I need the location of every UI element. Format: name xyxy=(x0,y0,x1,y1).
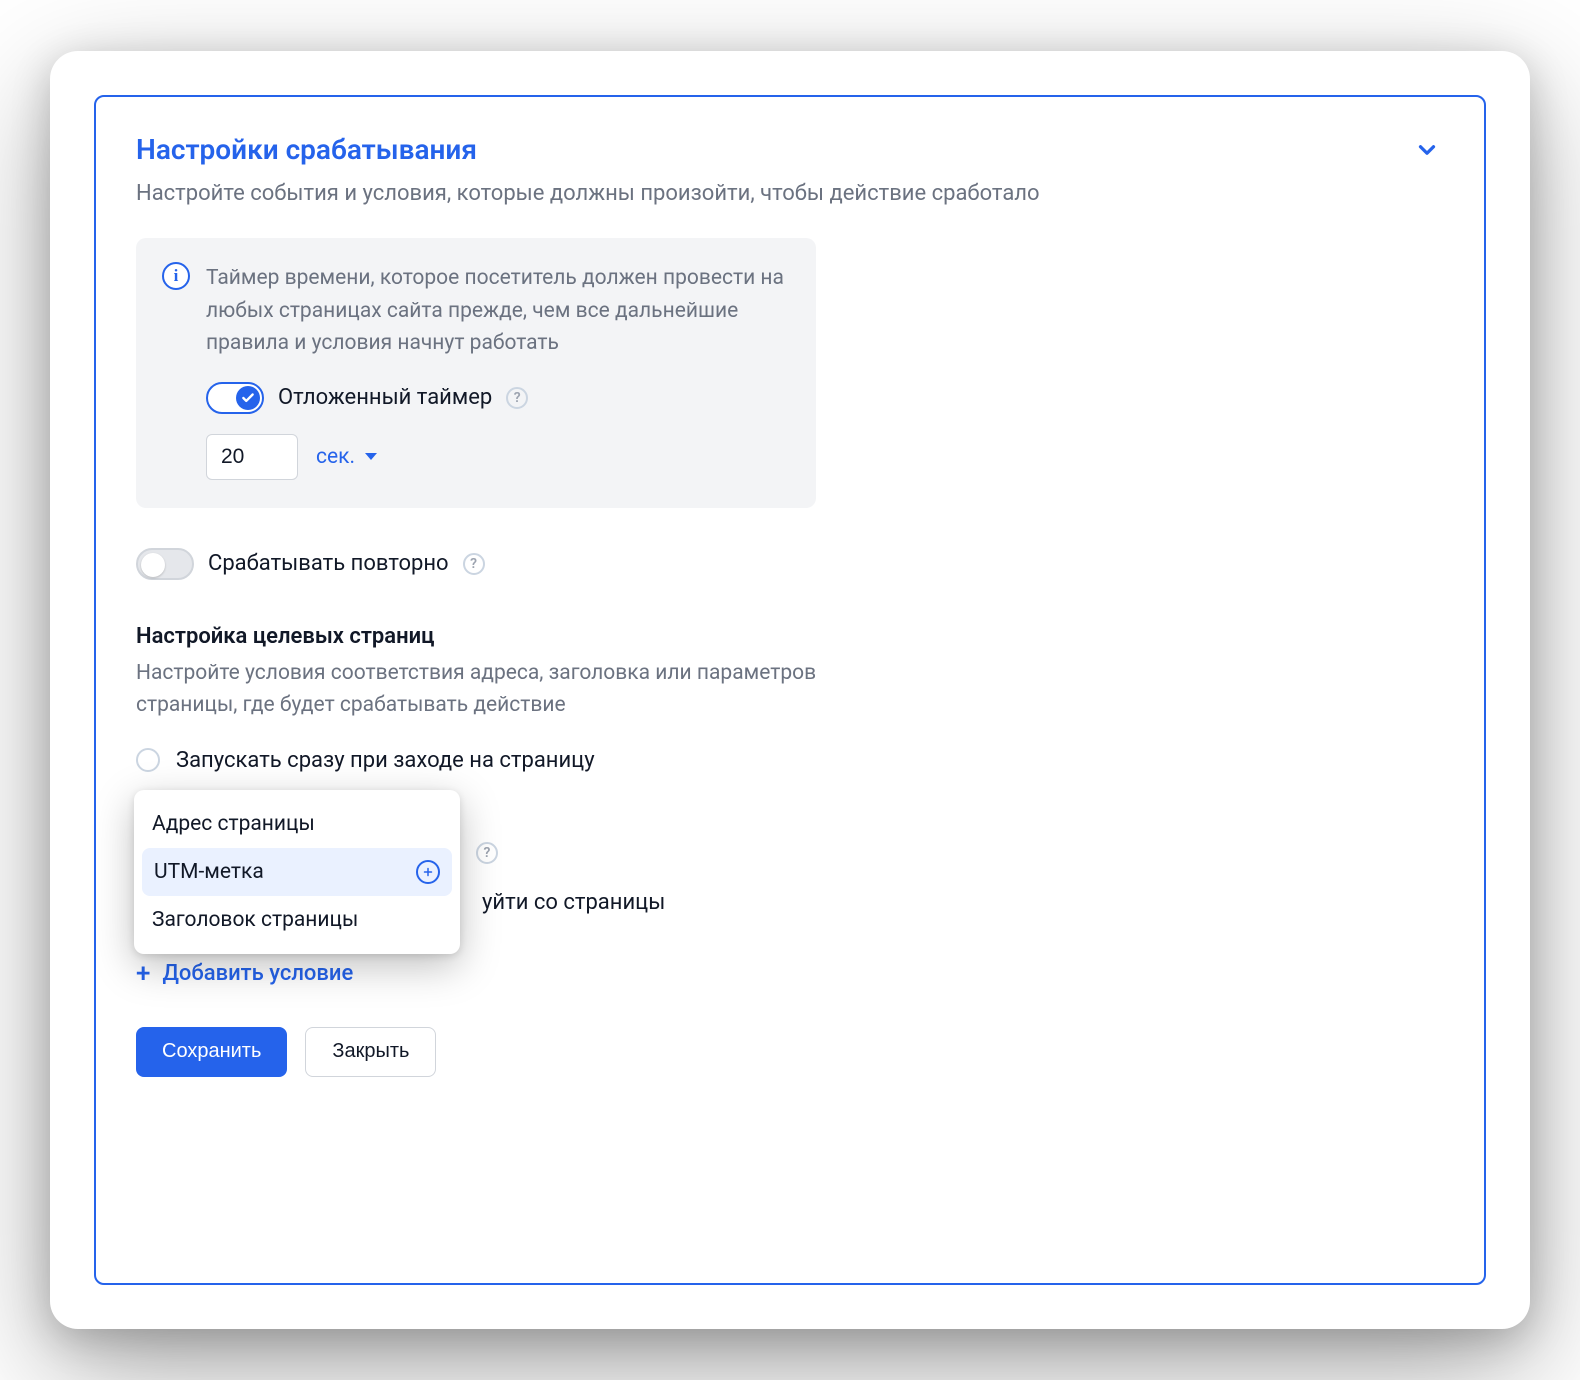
timer-value-input[interactable] xyxy=(206,434,298,480)
popup-item-label: Адрес страницы xyxy=(152,812,315,836)
condition-type-popup: Адрес страницы UTM-метка Заголовок стран… xyxy=(134,790,460,954)
add-condition-button[interactable]: + Добавить условие xyxy=(136,961,1444,987)
radio-label-tail: уйти со страницы xyxy=(482,890,665,915)
popup-item-label: UTM-метка xyxy=(154,860,264,884)
toggle-knob xyxy=(141,553,165,577)
plus-circle-icon xyxy=(416,860,440,884)
add-condition-label: Добавить условие xyxy=(162,961,353,986)
help-icon[interactable]: ? xyxy=(506,387,528,409)
plus-icon: + xyxy=(136,961,150,987)
settings-card: Настройки срабатывания Настройте события… xyxy=(50,51,1530,1329)
panel-header: Настройки срабатывания xyxy=(136,133,1444,167)
action-buttons: Сохранить Закрыть xyxy=(136,1027,1444,1077)
toggle-knob xyxy=(236,386,260,410)
popup-item-utm[interactable]: UTM-метка xyxy=(142,848,452,896)
target-pages-heading: Настройка целевых страниц xyxy=(136,624,1444,649)
radio-label: Запускать сразу при заходе на страницу xyxy=(176,748,595,773)
launch-mode-radio-group: Запускать сразу при заходе на страницу С… xyxy=(136,748,856,915)
close-button[interactable]: Закрыть xyxy=(305,1027,436,1077)
radio-input[interactable] xyxy=(136,748,160,772)
save-button[interactable]: Сохранить xyxy=(136,1027,287,1077)
panel-title: Настройки срабатывания xyxy=(136,133,477,166)
help-icon[interactable]: ? xyxy=(476,842,498,864)
check-icon xyxy=(241,391,255,405)
collapse-toggle[interactable] xyxy=(1410,133,1444,167)
delayed-timer-toggle[interactable] xyxy=(206,382,264,414)
timer-unit-label: сек. xyxy=(316,445,355,469)
panel-subtitle: Настройте события и условия, которые дол… xyxy=(136,177,1136,210)
trigger-settings-panel: Настройки срабатывания Настройте события… xyxy=(94,95,1486,1285)
delayed-timer-label: Отложенный таймер xyxy=(278,385,492,410)
radio-option-immediate[interactable]: Запускать сразу при заходе на страницу xyxy=(136,748,856,773)
caret-down-icon xyxy=(365,453,377,460)
popup-item-title[interactable]: Заголовок страницы xyxy=(134,896,460,944)
popup-item-label: Заголовок страницы xyxy=(152,908,358,932)
timer-unit-dropdown[interactable]: сек. xyxy=(316,445,377,469)
repeat-label: Срабатывать повторно xyxy=(208,551,449,576)
repeat-toggle[interactable] xyxy=(136,548,194,580)
chevron-down-icon xyxy=(1414,137,1440,163)
help-icon[interactable]: ? xyxy=(463,553,485,575)
info-icon: i xyxy=(162,262,190,290)
target-pages-subtitle: Настройте условия соответствия адреса, з… xyxy=(136,657,896,722)
timer-info-box: i Таймер времени, которое посетитель дол… xyxy=(136,238,816,508)
popup-item-url[interactable]: Адрес страницы xyxy=(134,800,460,848)
timer-info-text: Таймер времени, которое посетитель долже… xyxy=(206,262,790,360)
